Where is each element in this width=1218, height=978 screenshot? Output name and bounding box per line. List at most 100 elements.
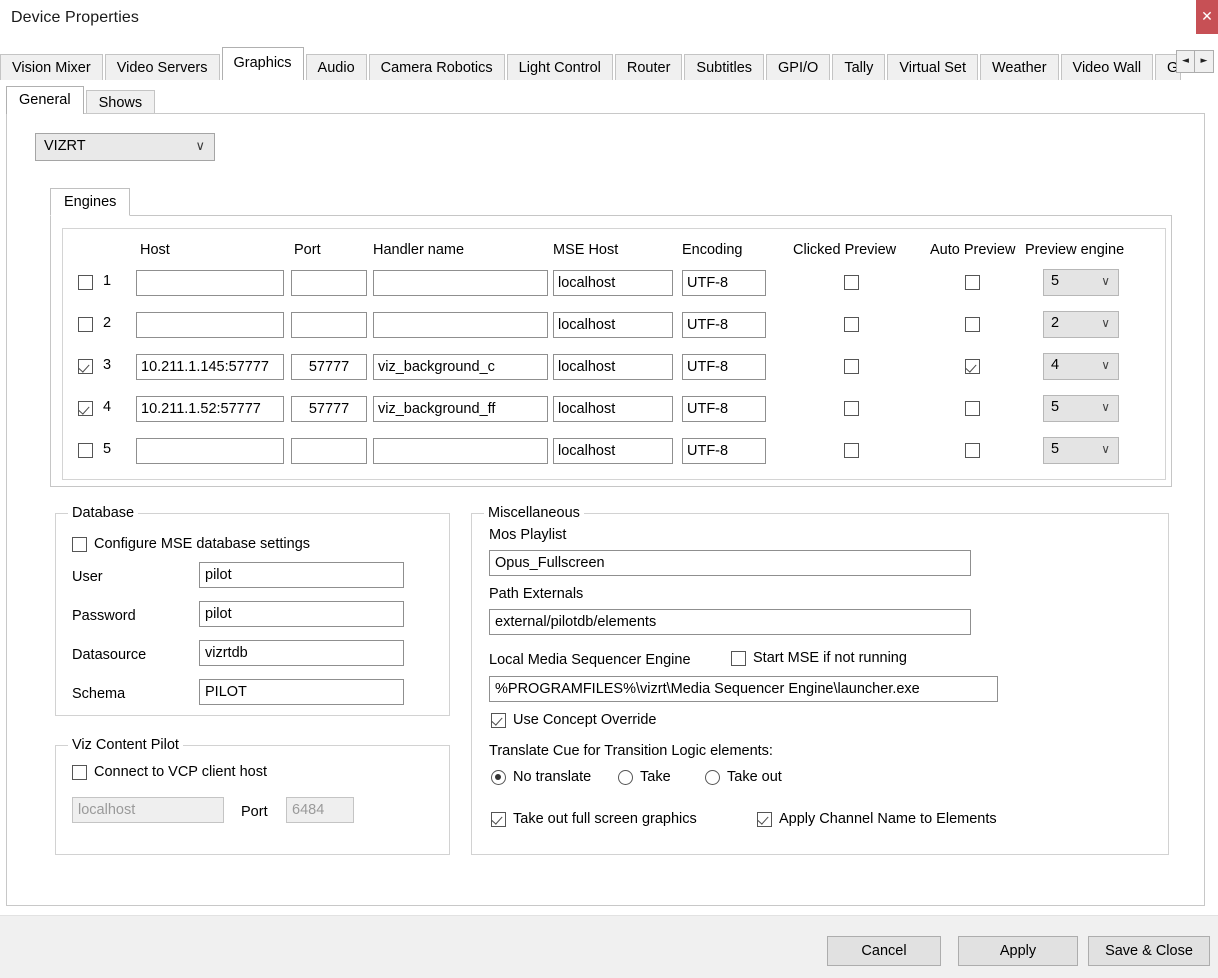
engine-auto-preview-checkbox[interactable]	[965, 359, 980, 374]
viz-content-pilot-group-title: Viz Content Pilot	[68, 737, 183, 753]
engine-auto-preview-checkbox[interactable]	[965, 275, 980, 290]
tab-subtitles[interactable]: Subtitles	[684, 54, 764, 80]
radio-no-translate[interactable]: No translate	[491, 769, 591, 785]
tab-video-servers[interactable]: Video Servers	[105, 54, 220, 80]
radio-take-label: Take	[640, 769, 671, 785]
tab-video-wall[interactable]: Video Wall	[1061, 54, 1154, 80]
engine-clicked-preview-checkbox[interactable]	[844, 275, 859, 290]
engine-enabled-checkbox[interactable]	[78, 317, 93, 332]
engine-port-field[interactable]	[291, 438, 367, 464]
engine-mse-host-field[interactable]: localhost	[553, 354, 673, 380]
engine-handler-name-field[interactable]	[373, 312, 548, 338]
engine-auto-preview-checkbox[interactable]	[965, 443, 980, 458]
engine-handler-name-field[interactable]	[373, 438, 548, 464]
subtab-general[interactable]: General	[6, 86, 84, 114]
engine-encoding-field[interactable]: UTF-8	[682, 396, 766, 422]
tab-weather[interactable]: Weather	[980, 54, 1059, 80]
engine-handler-name-field[interactable]	[373, 270, 548, 296]
use-concept-override-checkbox[interactable]: Use Concept Override	[491, 712, 656, 728]
connect-vcp-client-host-checkbox[interactable]: Connect to VCP client host	[72, 764, 267, 780]
tab-camera-robotics[interactable]: Camera Robotics	[369, 54, 505, 80]
column-header-preview-engine: Preview engine	[1025, 242, 1124, 258]
engine-encoding-field[interactable]: UTF-8	[682, 438, 766, 464]
engine-enabled-checkbox[interactable]	[78, 401, 93, 416]
engine-clicked-preview-checkbox[interactable]	[844, 317, 859, 332]
engine-preview-engine-dropdown[interactable]: 5∨	[1043, 395, 1119, 422]
apply-channel-name-to-elements-checkbox[interactable]: Apply Channel Name to Elements	[757, 811, 997, 827]
engine-mse-host-field[interactable]: localhost	[553, 396, 673, 422]
engine-encoding-field[interactable]: UTF-8	[682, 312, 766, 338]
engine-clicked-preview-checkbox[interactable]	[844, 359, 859, 374]
vcp-port-label: Port	[241, 804, 268, 820]
engine-enabled-checkbox[interactable]	[78, 359, 93, 374]
engine-host-field[interactable]: 10.211.1.145:57777	[136, 354, 284, 380]
tab-audio[interactable]: Audio	[306, 54, 367, 80]
engine-host-field[interactable]	[136, 438, 284, 464]
engine-encoding-field[interactable]: UTF-8	[682, 270, 766, 296]
start-mse-if-not-running-checkbox[interactable]: Start MSE if not running	[731, 650, 907, 666]
graphics-provider-dropdown[interactable]: VIZRT ∨	[35, 133, 215, 161]
vcp-host-field[interactable]: localhost	[72, 797, 224, 823]
engine-preview-engine-dropdown[interactable]: 2∨	[1043, 311, 1119, 338]
path-externals-field[interactable]: external/pilotdb/elements	[489, 609, 971, 635]
engine-encoding-field[interactable]: UTF-8	[682, 354, 766, 380]
configure-mse-database-checkbox[interactable]: Configure MSE database settings	[72, 536, 310, 552]
tab-scroll-right-icon[interactable]: ►	[1195, 50, 1214, 73]
cancel-button[interactable]: Cancel	[827, 936, 941, 966]
radio-no-translate-label: No translate	[513, 769, 591, 785]
column-header-auto-preview: Auto Preview	[930, 242, 1015, 258]
engine-preview-engine-dropdown[interactable]: 5∨	[1043, 269, 1119, 296]
close-icon[interactable]: ✕	[1196, 0, 1218, 34]
tab-gpi-o[interactable]: GPI/O	[766, 54, 830, 80]
engine-port-field[interactable]	[291, 270, 367, 296]
tab-virtual-set[interactable]: Virtual Set	[887, 54, 978, 80]
radio-button	[491, 770, 506, 785]
engine-mse-host-field[interactable]: localhost	[553, 270, 673, 296]
engine-mse-host-field[interactable]: localhost	[553, 438, 673, 464]
take-out-full-screen-graphics-checkbox[interactable]: Take out full screen graphics	[491, 811, 697, 827]
engine-row-number: 1	[103, 273, 111, 289]
miscellaneous-group: Miscellaneous Mos Playlist Opus_Fullscre…	[471, 513, 1169, 855]
engine-clicked-preview-checkbox[interactable]	[844, 443, 859, 458]
schema-field[interactable]: PILOT	[199, 679, 404, 705]
tab-tally[interactable]: Tally	[832, 54, 885, 80]
engine-clicked-preview-checkbox[interactable]	[844, 401, 859, 416]
tab-router[interactable]: Router	[615, 54, 683, 80]
engine-port-field[interactable]: 57777	[291, 354, 367, 380]
datasource-label: Datasource	[72, 647, 146, 663]
datasource-field[interactable]: vizrtdb	[199, 640, 404, 666]
engine-mse-host-field[interactable]: localhost	[553, 312, 673, 338]
apply-button[interactable]: Apply	[958, 936, 1078, 966]
tab-engines[interactable]: Engines	[50, 188, 130, 216]
user-field[interactable]: pilot	[199, 562, 404, 588]
engine-preview-engine-dropdown[interactable]: 5∨	[1043, 437, 1119, 464]
tab-light-control[interactable]: Light Control	[507, 54, 613, 80]
engine-auto-preview-checkbox[interactable]	[965, 317, 980, 332]
column-header-clicked-preview: Clicked Preview	[793, 242, 896, 258]
engine-host-field[interactable]	[136, 312, 284, 338]
radio-take[interactable]: Take	[618, 769, 671, 785]
device-category-tabs: Vision MixerVideo ServersGraphicsAudioCa…	[0, 47, 1183, 80]
use-concept-override-label: Use Concept Override	[513, 712, 656, 728]
engine-port-field[interactable]: 57777	[291, 396, 367, 422]
engine-auto-preview-checkbox[interactable]	[965, 401, 980, 416]
engine-handler-name-field[interactable]: viz_background_ff	[373, 396, 548, 422]
engine-handler-name-field[interactable]: viz_background_c	[373, 354, 548, 380]
radio-take-out[interactable]: Take out	[705, 769, 782, 785]
mos-playlist-field[interactable]: Opus_Fullscreen	[489, 550, 971, 576]
local-media-sequencer-engine-path-field[interactable]: %PROGRAMFILES%\vizrt\Media Sequencer Eng…	[489, 676, 998, 702]
vcp-port-field[interactable]: 6484	[286, 797, 354, 823]
tab-scroll-left-icon[interactable]: ◄	[1176, 50, 1195, 73]
engine-host-field[interactable]: 10.211.1.52:57777	[136, 396, 284, 422]
path-externals-label: Path Externals	[489, 586, 583, 602]
tab-graphics[interactable]: Graphics	[222, 47, 304, 80]
subtab-shows[interactable]: Shows	[86, 90, 156, 114]
save-and-close-button[interactable]: Save & Close	[1088, 936, 1210, 966]
engine-enabled-checkbox[interactable]	[78, 443, 93, 458]
password-field[interactable]: pilot	[199, 601, 404, 627]
engine-host-field[interactable]	[136, 270, 284, 296]
tab-vision-mixer[interactable]: Vision Mixer	[0, 54, 103, 80]
engine-enabled-checkbox[interactable]	[78, 275, 93, 290]
engine-preview-engine-dropdown[interactable]: 4∨	[1043, 353, 1119, 380]
engine-port-field[interactable]	[291, 312, 367, 338]
